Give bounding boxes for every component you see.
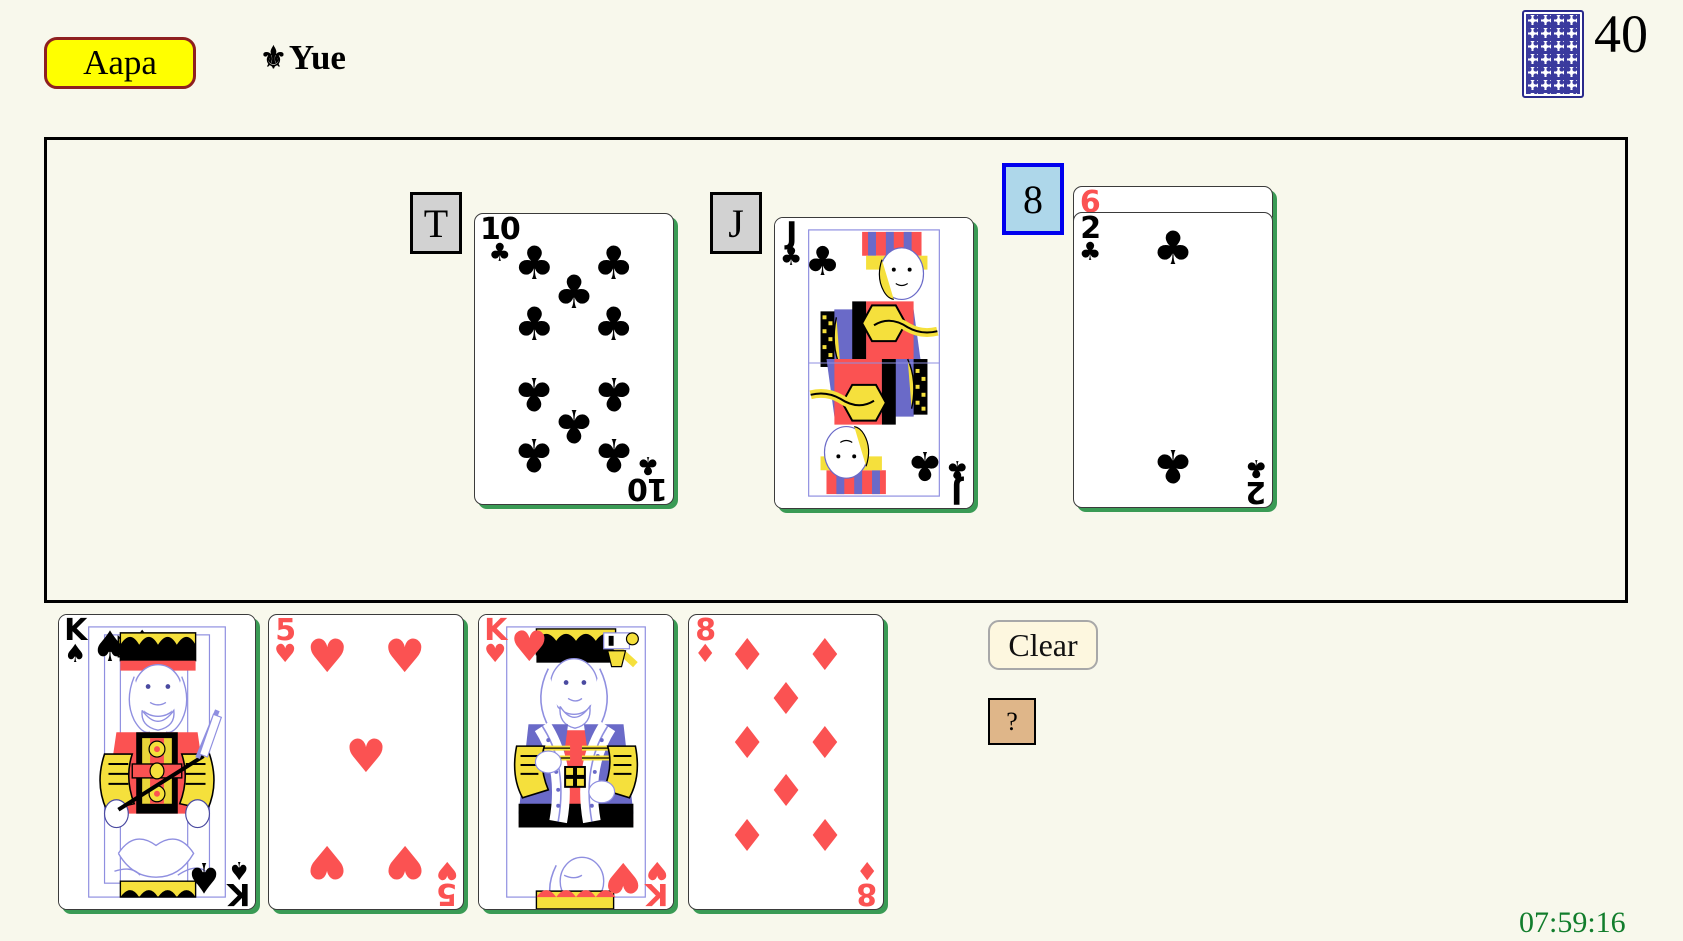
clubs-icon: ♣ [780, 241, 803, 271]
hand-card-8-diamonds[interactable]: 8 ♦ 8 ♦ ♦ ♦ ♦ ♦ ♦ ♦ ♦ ♦ [688, 614, 884, 910]
rank-badge-8-selected[interactable]: 8 [1002, 163, 1064, 235]
card-corner-top-left: K ♠ [64, 616, 87, 668]
court-card-art-king-hearts [479, 615, 673, 909]
pip-clubs: ♣ [592, 236, 635, 291]
game-clock: 07:59:16 [1519, 906, 1626, 939]
pip-hearts: ♥ [510, 622, 549, 672]
card-corner-bottom-right: J ♣ [945, 455, 968, 508]
pip-diamonds: ♦ [766, 674, 806, 726]
spades-icon: ♠ [227, 856, 250, 886]
clubs-icon: ♣ [945, 455, 968, 485]
card-corner-bottom-right: 5 ♥ [435, 856, 458, 909]
game-screen: Aapa ⚜ Yue 40 T J 8 10 ♣ 10 ♣ ♣ ♣ ♣ ♣ ♣ … [0, 0, 1683, 941]
rank-badge-j[interactable]: J [710, 192, 762, 254]
card-corner-top-left: 5 ♥ [274, 616, 297, 668]
pip-clubs: ♣ [513, 366, 556, 421]
pip-diamonds: ♦ [805, 807, 845, 859]
clear-button[interactable]: Clear [988, 620, 1098, 670]
clubs-icon: ♣ [488, 237, 512, 267]
player-name-badge[interactable]: Aapa [44, 37, 196, 89]
hearts-icon: ♥ [645, 856, 668, 886]
pip-diamonds: ♦ [805, 630, 845, 682]
pip-spades: ♠ [91, 622, 129, 672]
fleur-de-lis-icon: ⚜ [260, 42, 287, 75]
pip-clubs: ♣ [513, 297, 556, 352]
hand-card-king-spades[interactable]: K ♠ K ♠ ♠ ♠ [58, 614, 256, 910]
table-card-2-clubs[interactable]: 2 ♣ 2 ♣ ♣ ♣ [1073, 212, 1273, 508]
card-corner-bottom-right: K ♠ [227, 856, 250, 909]
table-card-10-clubs[interactable]: 10 ♣ 10 ♣ ♣ ♣ ♣ ♣ ♣ ♣ ♣ ♣ ♣ ♣ [474, 213, 674, 505]
pip-spades: ♠ [185, 852, 223, 902]
pip-diamonds: ♦ [727, 718, 767, 770]
pip-clubs: ♣ [513, 427, 556, 482]
opponent-name-label: Yue [288, 38, 346, 77]
pip-hearts: ♥ [306, 834, 348, 889]
pip-diamonds: ♦ [766, 763, 806, 815]
pip-diamonds: ♦ [805, 718, 845, 770]
pip-clubs: ♣ [592, 366, 635, 421]
pip-hearts: ♥ [384, 834, 426, 889]
hearts-icon: ♥ [484, 638, 507, 668]
pip-clubs: ♣ [513, 236, 556, 291]
card-corner-bottom-right: 2 ♣ [1244, 454, 1267, 507]
card-corner-top-left: J ♣ [780, 219, 803, 271]
table-card-jack-clubs[interactable]: J ♣ J ♣ ♣ ♣ [774, 217, 974, 509]
rank-badge-8-label: 8 [1023, 176, 1043, 222]
card-corner-top-left: K ♥ [484, 616, 507, 668]
spades-icon: ♠ [64, 638, 87, 668]
pip-clubs: ♣ [1152, 221, 1194, 276]
card-back-icon[interactable] [1522, 10, 1584, 98]
pip-clubs: ♣ [804, 238, 841, 285]
card-corner-bottom-right: K ♥ [645, 856, 668, 909]
pip-clubs: ♣ [553, 398, 595, 453]
card-corner-bottom-right: 8 ♦ [855, 856, 878, 909]
diamonds-icon: ♦ [694, 638, 717, 668]
rank-badge-t-label: T [423, 200, 449, 246]
player-name-label: Aapa [83, 43, 157, 82]
hand-card-5-hearts[interactable]: 5 ♥ 5 ♥ ♥ ♥ ♥ ♥ ♥ [268, 614, 464, 910]
pip-diamonds: ♦ [727, 630, 767, 682]
pip-clubs: ♣ [1152, 438, 1194, 493]
diamonds-icon: ♦ [855, 856, 878, 886]
court-card-art-king-spades [59, 615, 255, 909]
hand-card-king-hearts[interactable]: K ♥ K ♥ ♥ ♥ [478, 614, 674, 910]
hint-button[interactable]: ? [988, 698, 1036, 745]
hearts-icon: ♥ [274, 638, 297, 668]
clear-button-label: Clear [1008, 626, 1078, 663]
deck-count-label: 40 [1594, 4, 1648, 64]
pip-clubs: ♣ [553, 265, 595, 320]
clubs-icon: ♣ [636, 451, 660, 481]
pip-clubs: ♣ [592, 427, 635, 482]
pip-hearts: ♥ [306, 629, 348, 684]
pip-clubs: ♣ [592, 297, 635, 352]
clubs-icon: ♣ [1244, 454, 1267, 484]
header-bar: Aapa ⚜ Yue 40 [0, 0, 1683, 120]
pip-diamonds: ♦ [727, 807, 767, 859]
card-corner-top-left: 2 ♣ [1079, 214, 1102, 266]
card-back-pattern [1526, 14, 1580, 94]
hearts-icon: ♥ [435, 856, 458, 886]
rank-badge-j-label: J [728, 200, 744, 246]
pip-hearts: ♥ [384, 629, 426, 684]
pip-hearts: ♥ [603, 852, 642, 902]
clubs-icon: ♣ [1079, 236, 1102, 266]
rank-badge-t[interactable]: T [410, 192, 462, 254]
pip-clubs: ♣ [907, 441, 944, 488]
card-corner-top-left: 8 ♦ [694, 616, 717, 668]
pip-hearts: ♥ [345, 729, 387, 784]
opponent-indicator: ⚜ Yue [260, 38, 346, 78]
hint-button-label: ? [1006, 706, 1018, 736]
